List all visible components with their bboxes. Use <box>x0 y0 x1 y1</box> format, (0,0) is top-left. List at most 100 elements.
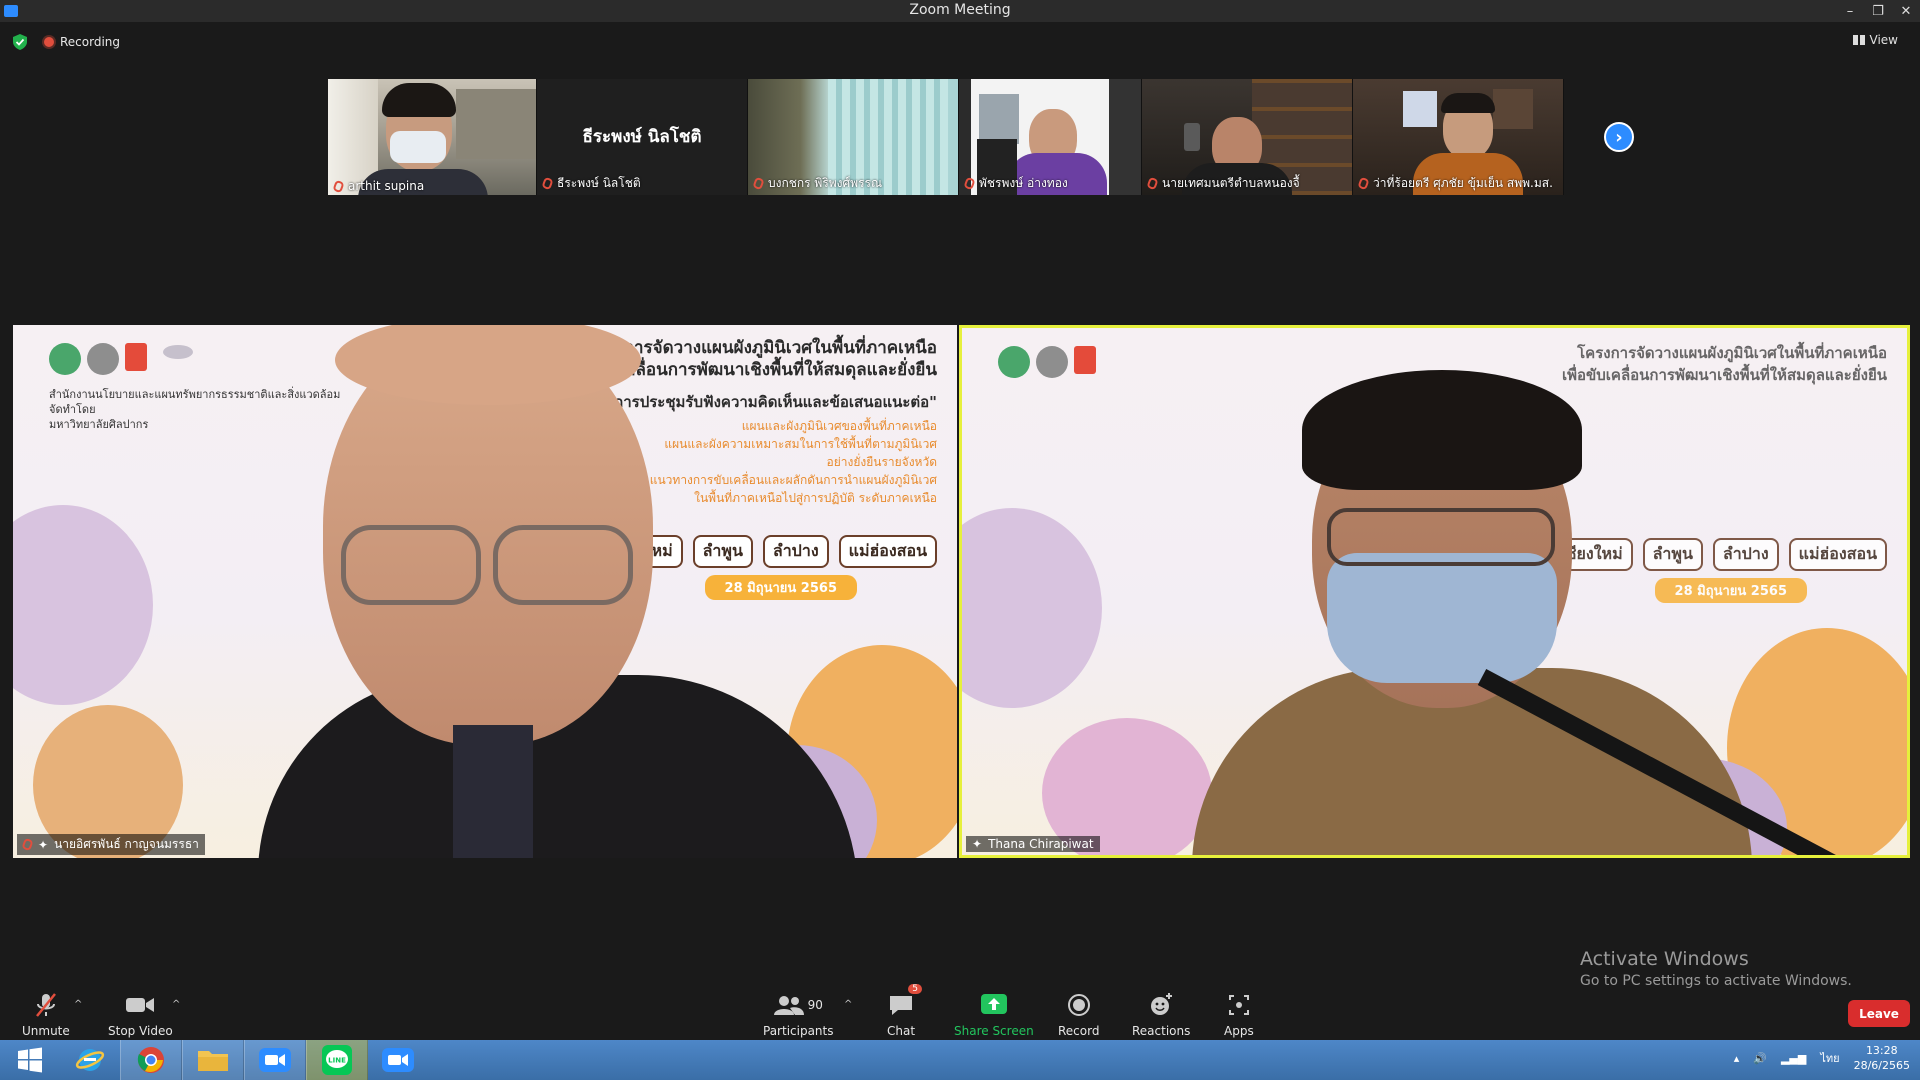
participant-name: นายเทศมนตรีตำบลหนองจื้ <box>1146 174 1300 193</box>
org-text: สำนักงานนโยบายและแผนทรัพยากรธรรมชาติและส… <box>49 388 341 431</box>
taskbar-line[interactable]: LINE <box>306 1040 368 1080</box>
windows-logo-icon <box>18 1047 42 1073</box>
network-signal-icon[interactable]: ▂▄▆ <box>1781 1052 1806 1065</box>
apps-button[interactable]: Apps <box>1224 970 1254 1038</box>
muted-microphone-icon <box>34 990 58 1020</box>
leave-button[interactable]: Leave <box>1848 1000 1910 1027</box>
record-button[interactable]: Record <box>1058 970 1099 1038</box>
participant-thumbnail[interactable]: ว่าที่ร้อยตรี ศุภชัย ขุ้มเย็น สพพ.มส. <box>1353 79 1564 195</box>
muted-mic-icon <box>541 176 554 191</box>
window-title: Zoom Meeting <box>909 2 1011 18</box>
chat-bubble-icon: 5 <box>888 984 923 1020</box>
zoom-icon <box>382 1048 414 1072</box>
slide-subtopics: แผนและผังภูมินิเวศของพื้นที่ภาคเหนือ แผนแ… <box>649 419 937 505</box>
video-options-caret-icon[interactable]: ^ <box>172 999 180 1010</box>
view-label: View <box>1869 33 1898 47</box>
svg-text:LINE: LINE <box>328 1057 346 1065</box>
muted-mic-icon <box>752 176 765 191</box>
muted-mic-icon <box>963 176 976 191</box>
participants-button[interactable]: 90 Participants <box>763 970 834 1038</box>
province-list: เชียงใหม่ลำพูนลำปางแม่ฮ่องสอน <box>1550 538 1887 571</box>
pin-icon: ✦ <box>38 837 49 852</box>
slide-title: โครงการจัดวางแผนผังภูมินิเวศในพื้นที่ภาค… <box>1561 344 1887 384</box>
unmute-button[interactable]: Unmute <box>22 970 70 1038</box>
apps-icon <box>1228 990 1250 1020</box>
muted-mic-icon <box>21 837 34 852</box>
record-icon <box>1067 990 1090 1020</box>
stop-video-button[interactable]: Stop Video <box>108 970 173 1038</box>
next-page-button[interactable]: › <box>1604 122 1634 152</box>
window-titlebar: Zoom Meeting – ❐ ✕ <box>0 0 1920 22</box>
participants-icon: 90 <box>773 990 823 1020</box>
participant-thumbnail[interactable]: นายเทศมนตรีตำบลหนองจื้ <box>1142 79 1353 195</box>
restore-button[interactable]: ❐ <box>1864 0 1892 22</box>
recording-label: Recording <box>60 35 121 49</box>
speaker-name-label: ✦ นายอิศรพันธ์ กาญจนมรรธา <box>17 834 205 855</box>
folder-icon <box>198 1051 228 1071</box>
speaker-name-label: ✦ Thana Chirapiwat <box>966 836 1100 852</box>
volume-icon[interactable]: 🔊 <box>1753 1052 1767 1065</box>
pin-icon: ✦ <box>972 837 983 851</box>
video-camera-icon <box>126 990 155 1020</box>
windows-taskbar: LINE <box>0 1040 1920 1080</box>
recording-indicator[interactable]: Recording <box>44 35 120 49</box>
share-screen-button[interactable]: Share Screen <box>954 970 1034 1038</box>
participant-thumbnail[interactable]: บงกชกร พิริพงศ์พรรณ <box>748 79 959 195</box>
grid-view-icon <box>1852 35 1865 45</box>
view-button[interactable]: View <box>1852 33 1898 47</box>
chat-button[interactable]: 5 Chat <box>887 970 923 1038</box>
muted-mic-icon <box>1146 176 1159 191</box>
participant-thumbnail[interactable]: ธีระพงษ์ นิลโชติ ธีระพงษ์ นิลโชติ <box>537 79 748 195</box>
onep-logo <box>49 343 81 375</box>
line-app-icon: LINE <box>322 1045 352 1075</box>
video-tile-left[interactable]: สำนักงานนโยบายและแผนทรัพยากรธรรมชาติและส… <box>13 325 957 858</box>
system-tray: ▴ 🔊 ▂▄▆ ไทย 13:28 28/6/2565 <box>1734 1043 1910 1073</box>
windows-start-button[interactable] <box>0 1040 60 1080</box>
slide-meeting-title: "การประชุมรับฟังความคิดเห็นและข้อเสนอแนะ… <box>606 393 937 411</box>
university-seal-logo <box>87 343 119 375</box>
security-shield-icon[interactable] <box>13 34 27 50</box>
window-controls: – ❐ ✕ <box>1836 0 1920 22</box>
participant-name: ธีระพงษ์ นิลโชติ <box>541 174 641 193</box>
onep-logo <box>998 346 1030 378</box>
smiley-plus-icon <box>1149 990 1173 1020</box>
chrome-icon <box>137 1047 164 1073</box>
participant-name: arthit supina <box>332 179 424 193</box>
participant-display-name: ธีระพงษ์ นิลโชติ <box>582 127 702 147</box>
tray-expand-icon[interactable]: ▴ <box>1734 1052 1740 1065</box>
chat-unread-badge: 5 <box>908 984 923 994</box>
participant-thumbnail[interactable]: พัชรพงษ์ อ่างทอง <box>959 79 1142 195</box>
taskbar-file-explorer[interactable] <box>182 1040 244 1080</box>
muted-mic-icon <box>1357 176 1370 191</box>
participant-name: บงกชกร พิริพงศ์พรรณ <box>752 174 882 193</box>
participant-thumbnail[interactable]: arthit supina <box>328 79 537 195</box>
input-language[interactable]: ไทย <box>1820 1049 1839 1067</box>
share-screen-icon <box>980 990 1007 1020</box>
sponsor-logos <box>998 346 1096 378</box>
minimize-button[interactable]: – <box>1836 0 1864 22</box>
taskbar-zoom-2[interactable] <box>368 1040 428 1080</box>
recording-dot-icon <box>44 37 54 47</box>
reactions-button[interactable]: Reactions <box>1132 970 1190 1038</box>
participant-thumbnail-strip: arthit supina ธีระพงษ์ นิลโชติ ธีระพงษ์ … <box>328 79 1564 195</box>
close-button[interactable]: ✕ <box>1892 0 1920 22</box>
participant-name: ว่าที่ร้อยตรี ศุภชัย ขุ้มเย็น สพพ.มส. <box>1357 174 1553 193</box>
taskbar-clock[interactable]: 13:28 28/6/2565 <box>1854 1043 1910 1073</box>
taskbar-zoom[interactable] <box>244 1040 306 1080</box>
slide-date: 28 มิถุนายน 2565 <box>704 575 857 600</box>
muted-mic-icon <box>332 179 345 193</box>
zoom-icon <box>259 1048 291 1072</box>
lab-logo <box>1074 346 1096 374</box>
meeting-toolbar: Unmute Stop Video 90 Participants 5 Chat… <box>0 970 1920 1040</box>
lab-logo <box>125 343 147 371</box>
sponsor-logos <box>49 343 147 375</box>
internet-explorer-icon <box>75 1049 105 1071</box>
chevron-right-icon: › <box>1615 126 1623 148</box>
slide-date: 28 มิถุนายน 2565 <box>1654 578 1807 603</box>
taskbar-internet-explorer[interactable] <box>60 1040 120 1080</box>
video-tile-right-active-speaker[interactable]: โครงการจัดวางแผนผังภูมินิเวศในพื้นที่ภาค… <box>959 325 1910 858</box>
audio-options-caret-icon[interactable]: ^ <box>74 999 82 1010</box>
university-seal-logo <box>1036 346 1068 378</box>
participants-options-caret-icon[interactable]: ^ <box>844 999 852 1010</box>
taskbar-chrome[interactable] <box>120 1040 182 1080</box>
